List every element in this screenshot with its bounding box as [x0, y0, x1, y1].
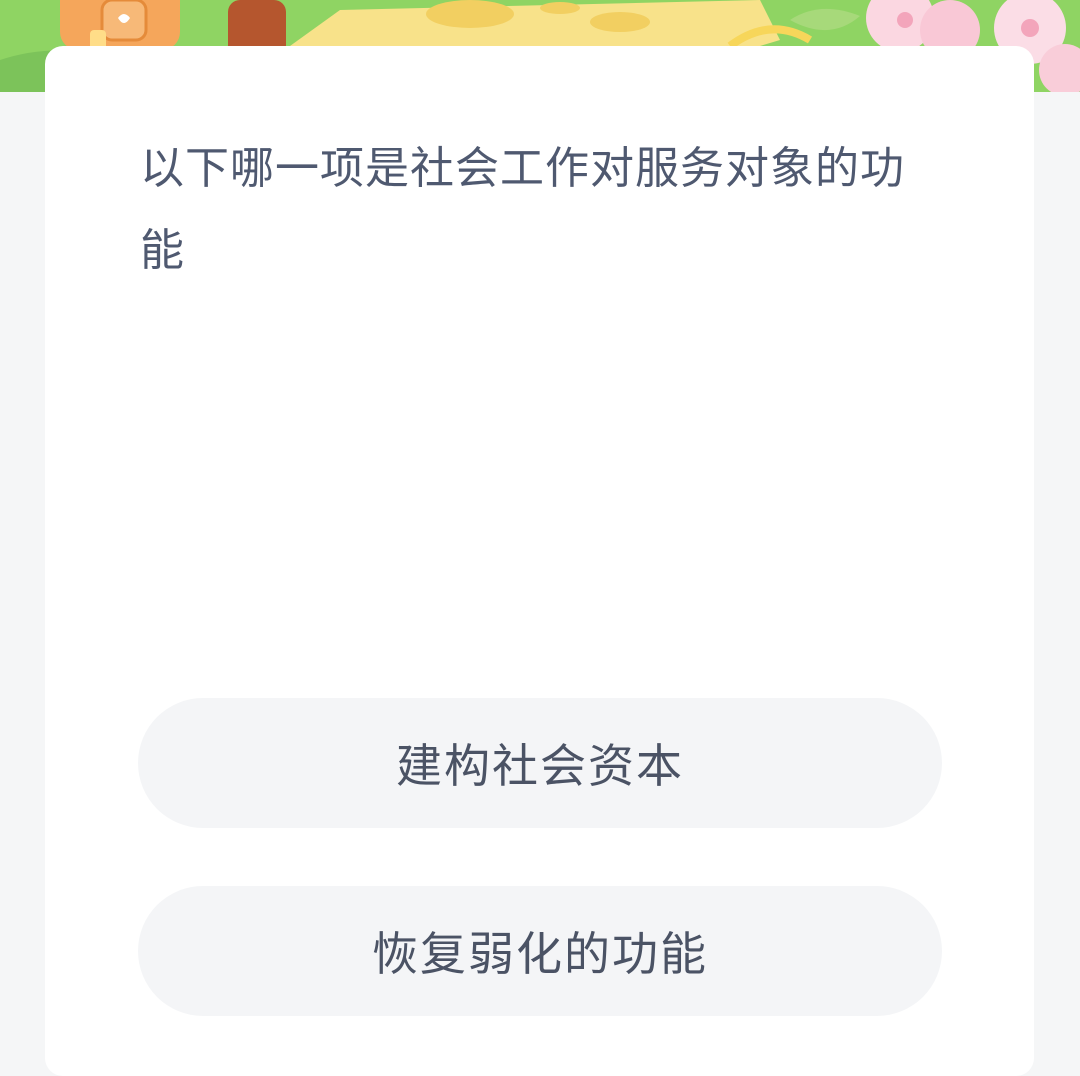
answer-option-2[interactable]: 恢复弱化的功能	[138, 886, 942, 1016]
answer-option-1-label: 建构社会资本	[396, 739, 684, 793]
answer-option-1[interactable]: 建构社会资本	[138, 698, 942, 828]
character-illustration	[60, 0, 180, 50]
answer-option-2-label: 恢复弱化的功能	[372, 927, 708, 981]
question-text: 以下哪一项是社会工作对服务对象的功能	[140, 143, 905, 276]
quiz-card: 以下哪一项是社会工作对服务对象的功能 建构社会资本 恢复弱化的功能	[45, 46, 1034, 1076]
